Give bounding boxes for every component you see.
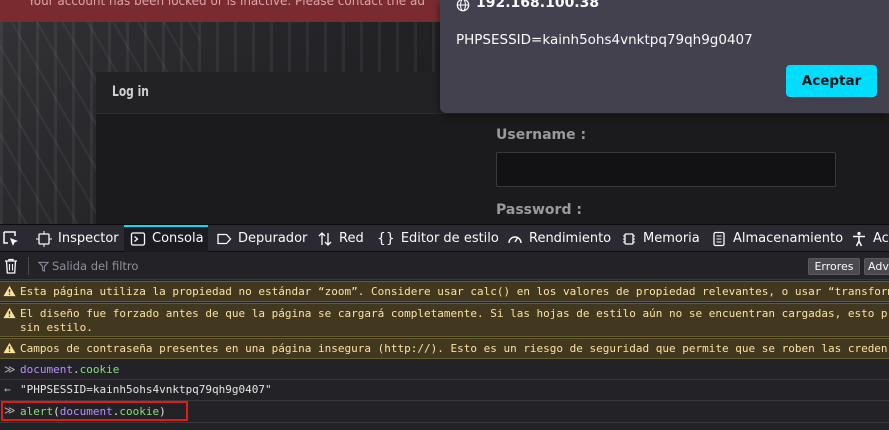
username-label: Username : [496,127,587,143]
tab-label: Acc [873,231,889,246]
divider [28,257,29,275]
dialog-message: PHPSESSID=kainh5ohs4vnktpq79qh9g0407 [456,32,753,48]
debugger-icon [217,233,232,244]
warnings-filter-button[interactable]: Adv [864,258,889,275]
tab-inspector[interactable]: Inspector [36,225,119,252]
console-icon [130,231,146,246]
style-editor-icon: {} [377,230,395,247]
element-picker-icon[interactable] [2,230,20,248]
tab-storage[interactable]: Almacenamiento [711,225,843,252]
memory-icon [623,232,635,245]
console-filter-input[interactable] [52,256,352,276]
tab-label: Rendimiento [529,231,612,246]
tab-performance[interactable]: Rendimiento [507,225,611,252]
input-chevron-icon: ≫ [4,404,16,417]
warning-icon [3,307,16,319]
devtools-panel: Inspector Consola Depurador Red {} Edito… [0,224,889,430]
console-filter-bar: Errores Adv [0,252,889,280]
console-warning: Campos de contraseña presentes en una pá… [0,338,889,359]
network-icon [318,231,332,246]
output-arrow-icon: ← [4,383,11,396]
tab-label: Memoria [643,231,700,246]
errors-filter-button[interactable]: Errores [808,258,860,275]
trash-icon[interactable] [4,258,18,274]
tab-label: Editor de estilo [400,231,499,246]
warning-icon [3,285,16,297]
globe-icon [456,0,470,12]
console-warning: El diseño fue forzado antes de que la pá… [0,303,889,337]
tab-label: Almacenamiento [733,231,844,246]
accept-button[interactable]: Aceptar [786,65,877,97]
accessibility-icon [853,231,865,246]
console-input-row: ≫ document.cookie [0,360,889,380]
console-input-text: alert(document.cookie) [20,405,166,418]
performance-icon [508,235,522,243]
dialog-host: 192.168.100.38 [476,0,600,11]
tab-label: Inspector [58,231,119,246]
storage-icon [713,231,725,246]
warning-icon [3,342,16,354]
username-input[interactable] [496,152,836,187]
warning-text: El diseño fue forzado antes de que la pá… [20,307,888,320]
account-locked-banner: Your account has been locked or is inact… [0,0,470,22]
tab-accessibility[interactable]: Acc [851,225,889,252]
inspector-icon [36,230,52,247]
devtools-toolbar: Inspector Consola Depurador Red {} Edito… [0,224,889,252]
alert-dialog: 192.168.100.38 PHPSESSID=kainh5ohs4vnktp… [440,0,889,113]
warning-text-continued: sin estilo. [20,321,93,334]
tab-label: Consola [152,231,204,246]
console-warning: Esta página utiliza la propiedad no está… [0,281,889,302]
tab-style-editor[interactable]: {} Editor de estilo [377,225,499,252]
tab-network[interactable]: Red [317,225,364,252]
input-chevron-icon: ≫ [4,363,16,376]
filter-icon [38,261,49,272]
console-input-text: document.cookie [20,363,120,376]
password-label: Password : [496,202,582,218]
console-output-row: ← "PHPSESSID=kainh5ohs4vnktpq79qh9g0407" [0,380,889,401]
warning-text: Esta página utiliza la propiedad no está… [20,285,889,298]
warning-text: Campos de contraseña presentes en una pá… [20,342,888,355]
tab-memory[interactable]: Memoria [621,225,700,252]
tab-label: Red [339,231,364,246]
login-title: Log in [112,84,149,100]
tab-console[interactable]: Consola [124,225,208,252]
console-output-text: "PHPSESSID=kainh5ohs4vnktpq79qh9g0407" [20,383,272,396]
console-prompt[interactable] [0,423,889,430]
tab-label: Depurador [238,231,308,246]
tab-debugger[interactable]: Depurador [216,225,307,252]
console-output: Esta página utiliza la propiedad no está… [0,281,889,430]
console-input-row: ≫ alert(document.cookie) [0,401,889,423]
